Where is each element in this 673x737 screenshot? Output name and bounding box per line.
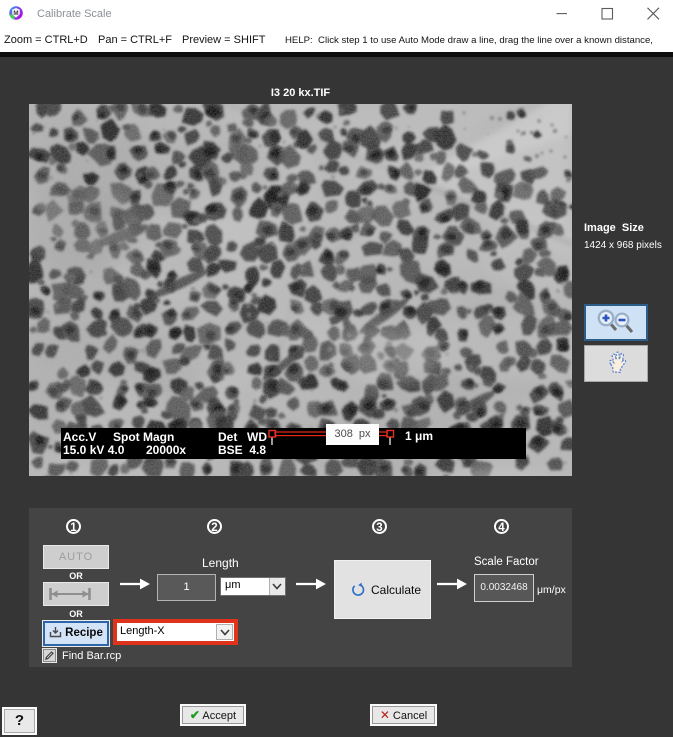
svg-text:M: M: [13, 10, 18, 17]
